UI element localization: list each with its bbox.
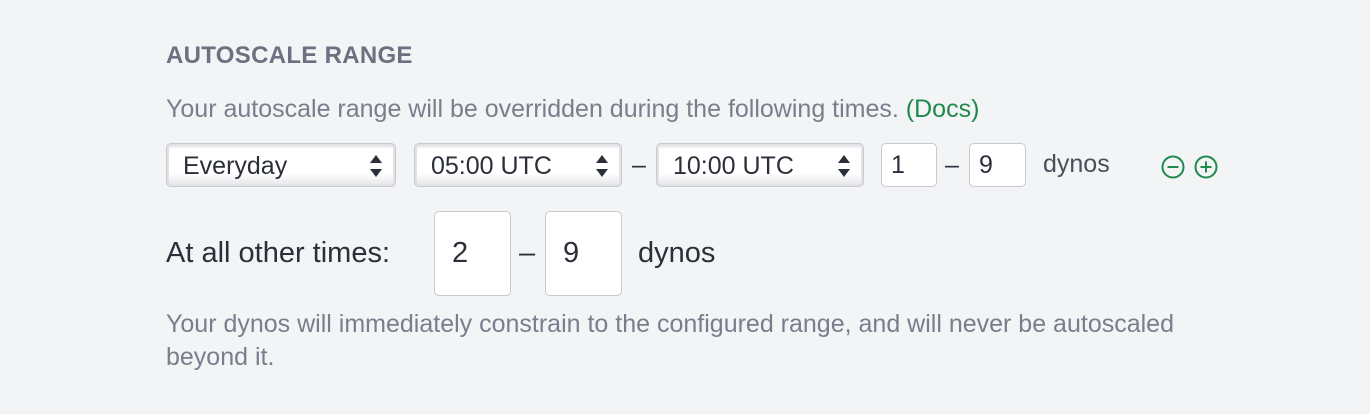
start-time-value: 05:00 UTC xyxy=(431,152,552,180)
override-min-dynos-input[interactable]: 1 xyxy=(881,143,937,187)
plus-circle-icon[interactable] xyxy=(1194,155,1218,179)
other-times-row: At all other times: 2 – 9 dynos xyxy=(166,211,1266,296)
select-arrows-icon xyxy=(369,152,383,180)
day-select[interactable]: Everyday xyxy=(166,143,396,187)
start-time-select[interactable]: 05:00 UTC xyxy=(414,143,622,187)
select-arrows-icon xyxy=(595,152,609,180)
minus-circle-icon[interactable] xyxy=(1161,155,1185,179)
override-dynos-unit: dynos xyxy=(1043,150,1110,178)
override-row: Everyday 05:00 UTC – 10:00 UTC 1 – 9 dyn… xyxy=(166,143,1266,189)
end-time-value: 10:00 UTC xyxy=(673,152,794,180)
select-arrows-icon xyxy=(837,152,851,180)
default-dynos-unit: dynos xyxy=(638,237,716,269)
section-description: Your autoscale range will be overridden … xyxy=(166,95,979,124)
description-text: Your autoscale range will be overridden … xyxy=(166,95,899,123)
day-select-value: Everyday xyxy=(183,152,288,180)
override-max-dynos-input[interactable]: 9 xyxy=(969,143,1026,187)
default-min-dynos-input[interactable]: 2 xyxy=(434,211,511,296)
constraint-footnote: Your dynos will immediately constrain to… xyxy=(166,310,1174,371)
time-separator: – xyxy=(632,151,646,179)
section-title: AUTOSCALE RANGE xyxy=(166,42,413,69)
dyno-separator: – xyxy=(945,151,959,179)
default-max-dynos-input[interactable]: 9 xyxy=(545,211,622,296)
end-time-select[interactable]: 10:00 UTC xyxy=(656,143,864,187)
docs-link[interactable]: (Docs) xyxy=(906,95,980,123)
default-dyno-separator: – xyxy=(519,237,536,269)
other-times-label: At all other times: xyxy=(166,237,391,269)
